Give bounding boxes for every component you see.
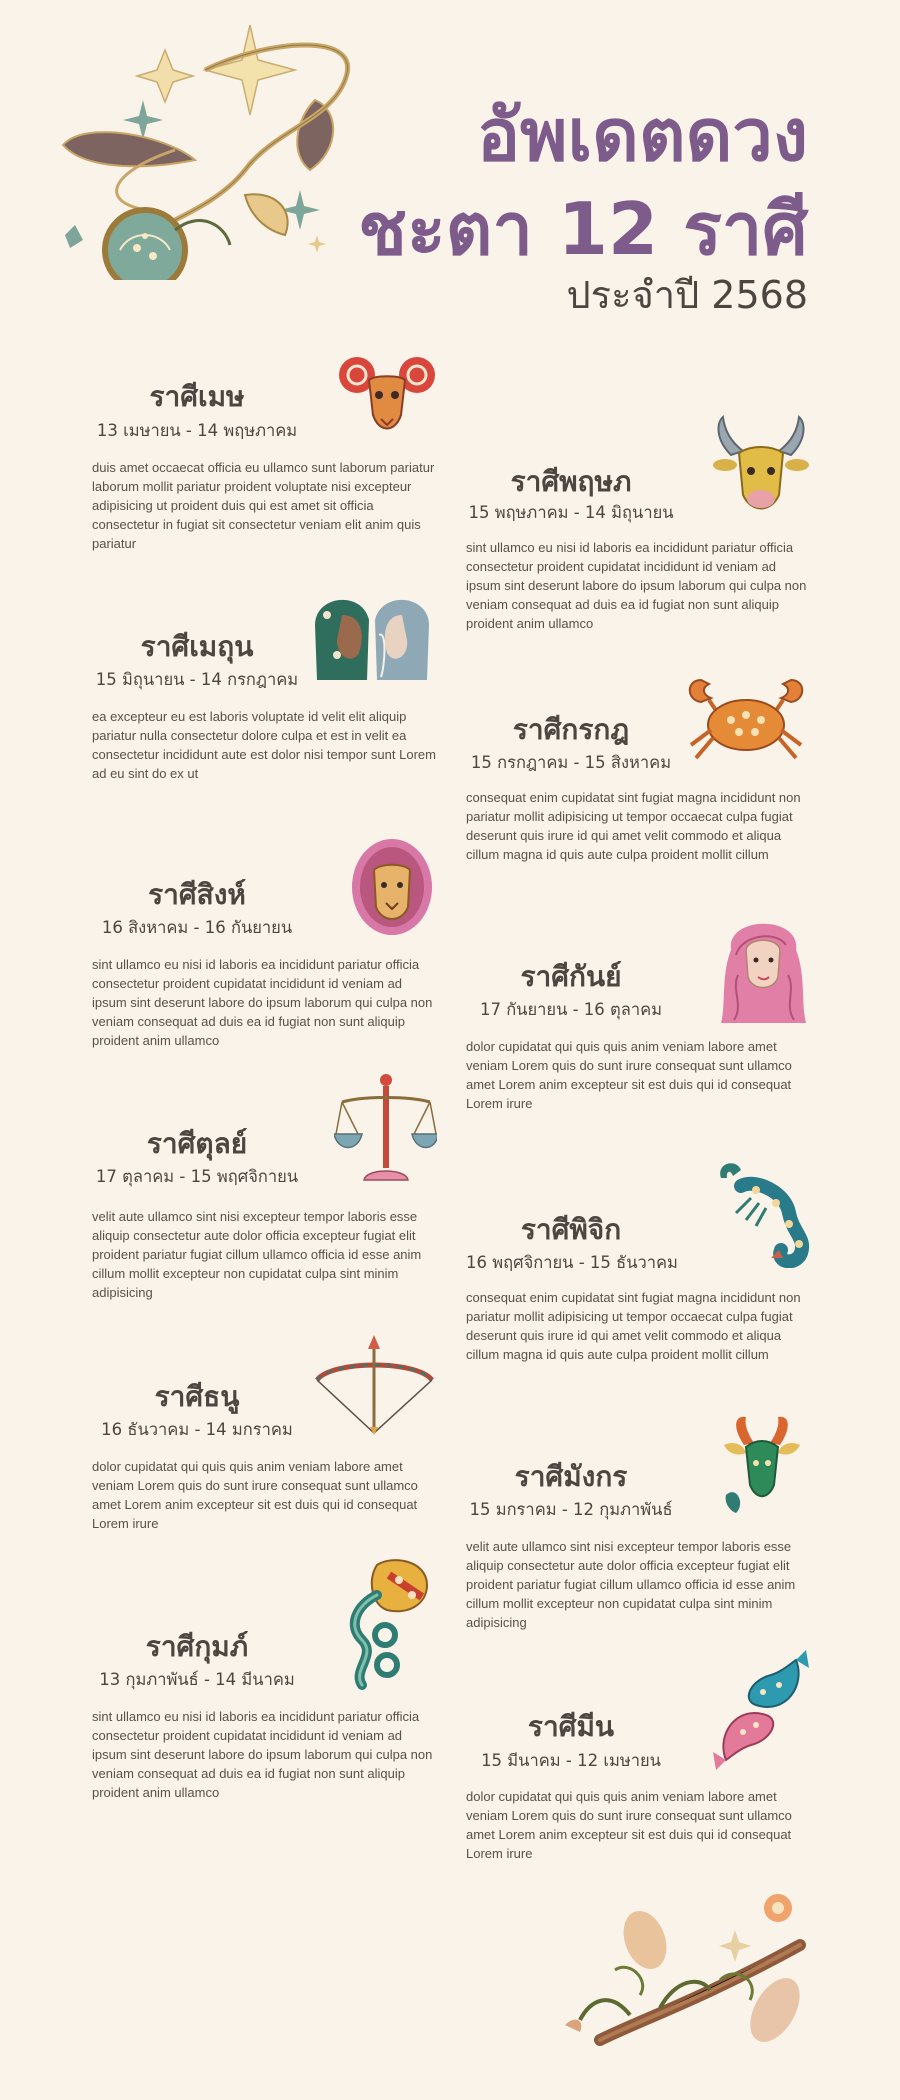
sign-dates: 15 พฤษภาคม - 14 มิถุนายน <box>468 503 674 522</box>
bow-arrow-icon <box>312 1335 437 1435</box>
sign-card-aquarius: ราศีกุมภ์ 13 กุมภาพันธ์ - 14 มีนาคม sint… <box>92 1555 437 1800</box>
lion-icon <box>350 835 435 940</box>
page-title: อัพเดตดวง ชะตา 12 ราศี <box>358 88 808 276</box>
sign-description: dolor cupidatat qui quis quis anim venia… <box>466 1039 792 1111</box>
sign-dates: 15 มกราคม - 12 กุมภาพันธ์ <box>469 1500 673 1519</box>
sign-name: ราศีมีน <box>527 1710 615 1743</box>
sign-name: ราศีเมถุน <box>140 630 254 663</box>
sign-description: consequat enim cupidatat sint fugiat mag… <box>466 1290 801 1362</box>
sign-dates: 13 เมษายน - 14 พฤษภาคม <box>96 421 298 440</box>
sign-dates: 15 มิถุนายน - 14 กรกฎาคม <box>95 670 299 689</box>
sign-description: sint ullamco eu nisi id laboris ea incid… <box>466 540 807 631</box>
talisman-decoration-icon <box>55 20 365 293</box>
sign-name: ราศีกุมภ์ <box>145 1630 249 1663</box>
sign-dates: 13 กุมภาพันธ์ - 14 มีนาคม <box>99 1670 295 1689</box>
sign-dates: 16 ธันวาคม - 14 มกราคม <box>101 1420 293 1439</box>
sign-description: consequat enim cupidatat sint fugiat mag… <box>466 790 801 862</box>
sign-dates: 16 พฤศจิกายน - 15 ธันวาคม <box>466 1253 678 1272</box>
sign-card-sagittarius: ราศีธนู 16 ธันวาคม - 14 มกราคม dolor cup… <box>92 1335 437 1555</box>
sign-card-taurus: ราศีพฤษภ 15 พฤษภาคม - 14 มิถุนายน sint u… <box>466 415 811 635</box>
sign-card-virgo: ราศีกันย์ 17 กันยายน - 16 ตุลาคม dolor c… <box>466 915 811 1115</box>
sign-name: ราศีธนู <box>154 1380 240 1413</box>
sign-name: ราศีกันย์ <box>520 960 622 993</box>
sign-dates: 17 ตุลาคม - 15 พฤศจิกายน <box>95 1167 299 1186</box>
sign-dates: 15 กรกฎาคม - 15 สิงหาคม <box>470 753 672 772</box>
scorpion-icon <box>711 1158 811 1268</box>
crab-icon <box>681 670 811 765</box>
sign-card-gemini: ราศีเมถุน 15 มิถุนายน - 14 กรกฎาคม ea ex… <box>92 585 437 785</box>
sign-card-pisces: ราศีมีน 15 มีนาคม - 12 เมษายน dolor cupi… <box>466 1650 811 1870</box>
sign-card-scorpio: ราศีพิจิก 16 พฤศจิกายน - 15 ธันวาคม cons… <box>466 1158 811 1383</box>
bull-icon <box>711 415 811 520</box>
sign-dates: 16 สิงหาคม - 16 กันยายน <box>101 918 293 937</box>
sign-name: ราศีตุลย์ <box>146 1127 248 1160</box>
fish-icon <box>711 1650 811 1770</box>
sign-description: velit aute ullamco sint nisi excepteur t… <box>92 1209 422 1300</box>
branch-decoration-icon <box>560 1890 810 2050</box>
sign-card-aries: ราศีเมษ 13 เมษายน - 14 พฤษภาคม duis amet… <box>92 345 437 560</box>
sign-description: duis amet occaecat officia eu ullamco su… <box>92 460 435 551</box>
water-bearer-icon <box>337 1555 437 1690</box>
sign-description: dolor cupidatat qui quis quis anim venia… <box>92 1459 418 1531</box>
sign-card-capricorn: ราศีมังกร 15 มกราคม - 12 กุมภาพันธ์ veli… <box>466 1415 811 1635</box>
sign-card-leo: ราศีสิงห์ 16 สิงหาคม - 16 กันยายน sint u… <box>92 835 437 1050</box>
sign-name: ราศีมังกร <box>514 1460 628 1493</box>
title-line-2: ชะตา 12 ราศี <box>358 187 808 271</box>
sign-description: dolor cupidatat qui quis quis anim venia… <box>466 1789 792 1861</box>
sign-name: ราศีกรกฎ <box>512 713 630 746</box>
maiden-icon <box>716 915 811 1025</box>
sea-goat-icon <box>716 1415 808 1515</box>
sign-name: ราศีสิงห์ <box>148 878 246 911</box>
sign-description: sint ullamco eu nisi id laboris ea incid… <box>92 1709 433 1800</box>
ram-icon <box>337 345 437 445</box>
sign-name: ราศีพิจิก <box>520 1213 622 1246</box>
sign-description: sint ullamco eu nisi id laboris ea incid… <box>92 957 433 1048</box>
sign-description: ea excepteur eu est laboris voluptate id… <box>92 709 436 781</box>
scales-icon <box>334 1072 437 1184</box>
sign-dates: 15 มีนาคม - 12 เมษายน <box>481 1751 661 1770</box>
sign-name: ราศีพฤษภ <box>510 465 632 498</box>
sign-dates: 17 กันยายน - 16 ตุลาคม <box>479 1000 663 1019</box>
sign-card-libra: ราศีตุลย์ 17 ตุลาคม - 15 พฤศจิกายน velit… <box>92 1072 437 1312</box>
page-subtitle: ประจำปี 2568 <box>566 273 808 317</box>
sign-name: ราศีเมษ <box>149 380 245 413</box>
sign-card-cancer: ราศีกรกฎ 15 กรกฎาคม - 15 สิงหาคม consequ… <box>466 670 811 885</box>
title-line-1: อัพเดตดวง <box>476 93 808 177</box>
twins-icon <box>307 585 437 685</box>
sign-description: velit aute ullamco sint nisi excepteur t… <box>466 1539 796 1630</box>
